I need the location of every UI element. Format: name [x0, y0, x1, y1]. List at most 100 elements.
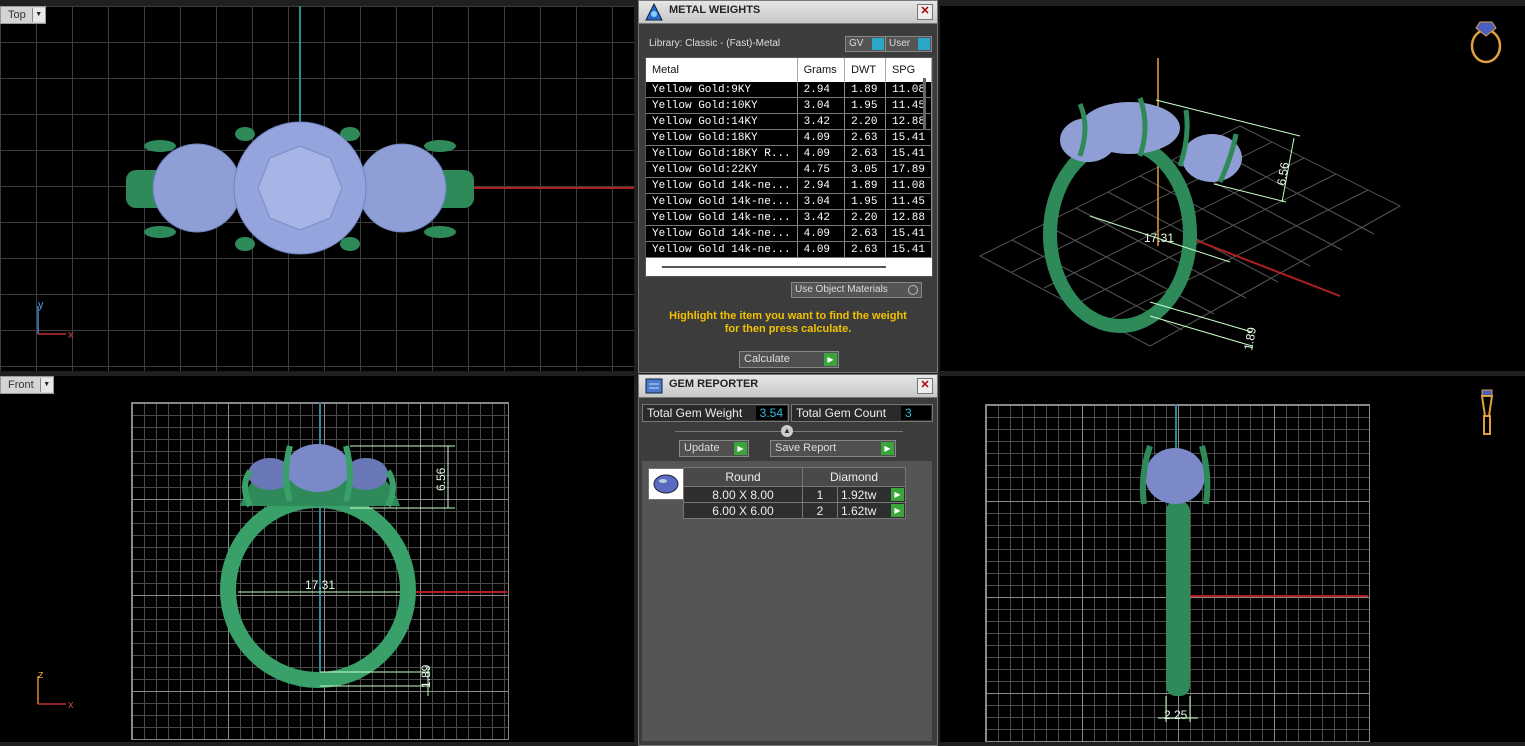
close-icon[interactable]: ✕	[917, 4, 933, 20]
diamond-header[interactable]: Diamond	[802, 467, 906, 487]
metal-weights-table[interactable]: Metal Grams DWT SPG Yellow Gold:9KY 2.94 1…	[645, 57, 933, 277]
grams-cell: 2.94	[797, 82, 846, 98]
front-axis-x: x	[68, 699, 74, 711]
gv-toggle-label: GV	[849, 38, 864, 49]
metal-weights-titlebar[interactable]: METAL WEIGHTS ✕	[639, 1, 937, 24]
front-viewport[interactable]: 17.31 6.56 1.89 z x Front ▼	[0, 376, 634, 742]
table-row[interactable]: Yellow Gold 14k-ne... 4.09 2.63 15.41	[646, 241, 932, 258]
splitter-handle-icon[interactable]: ▲	[781, 425, 793, 437]
table-row[interactable]: Yellow Gold:18KY R... 4.09 2.63 15.41	[646, 145, 932, 162]
perspective-width-dim: 17.31	[1144, 231, 1174, 245]
metal-cell: Yellow Gold 14k-ne...	[646, 209, 798, 226]
grams-cell: 3.42	[797, 113, 846, 130]
dwt-cell: 1.89	[844, 82, 886, 98]
metal-cell: Yellow Gold:10KY	[646, 97, 798, 114]
save-report-button[interactable]: Save Report ▶	[770, 440, 896, 457]
table-row[interactable]: Yellow Gold:22KY 4.75 3.05 17.89	[646, 161, 932, 178]
side-shank-dim: 2.25	[1164, 708, 1188, 722]
dwt-cell: 3.05	[844, 161, 886, 178]
radio-icon	[908, 285, 918, 295]
front-label-text: Front	[8, 379, 34, 391]
metal-weights-title: METAL WEIGHTS	[669, 4, 761, 16]
table-row[interactable]: Yellow Gold:9KY 2.94 1.89 11.08	[646, 82, 932, 98]
dwt-cell: 2.63	[844, 129, 886, 146]
table-row[interactable]: Yellow Gold 14k-ne... 3.04 1.95 11.45	[646, 193, 932, 210]
hint-line-2: for then press calculate.	[724, 323, 852, 335]
use-object-materials-toggle[interactable]: Use Object Materials	[791, 282, 922, 298]
perspective-viewport[interactable]: 17.31 6.56 1.89	[940, 6, 1525, 371]
spg-cell: 11.45	[885, 193, 932, 210]
chevron-down-icon[interactable]: ▼	[39, 378, 53, 392]
gem-size-cell: 8.00 X 8.00	[683, 486, 803, 503]
spg-cell: 17.89	[885, 161, 932, 178]
total-gem-weight-label: Total Gem Weight	[647, 406, 743, 420]
dwt-cell: 2.20	[844, 113, 886, 130]
metal-cell: Yellow Gold 14k-ne...	[646, 225, 798, 242]
ring-icon[interactable]	[1470, 21, 1502, 64]
horizontal-scrollbar[interactable]	[662, 266, 886, 268]
play-icon[interactable]: ▶	[891, 488, 904, 501]
perspective-scene: 17.31 6.56 1.89	[978, 21, 1502, 352]
user-toggle[interactable]: User	[885, 36, 932, 52]
toggle-knob-icon	[872, 38, 884, 50]
table-row[interactable]: Yellow Gold:18KY 4.09 2.63 15.41	[646, 129, 932, 146]
top-axis-y: y	[38, 299, 44, 311]
perspective-shank-dim: 1.89	[1241, 326, 1259, 352]
update-button[interactable]: Update ▶	[679, 440, 749, 457]
dwt-cell: 1.95	[844, 193, 886, 210]
table-row[interactable]: Yellow Gold:14KY 3.42 2.20 12.88	[646, 113, 932, 130]
metal-cell: Yellow Gold:18KY R...	[646, 145, 798, 162]
spg-cell: 11.08	[885, 177, 932, 194]
play-icon: ▶	[824, 353, 837, 366]
dwt-cell: 2.63	[844, 225, 886, 242]
table-row[interactable]: 8.00 X 8.00 1 1.92tw ▶	[683, 486, 906, 503]
front-scene: 17.31 6.56 1.89 z x	[37, 402, 507, 711]
dwt-cell: 2.63	[844, 145, 886, 162]
round-gem-icon[interactable]	[648, 468, 684, 500]
gem-tw-cell[interactable]: 1.92tw ▶	[837, 486, 906, 503]
table-row[interactable]: Yellow Gold:10KY 3.04 1.95 11.45	[646, 97, 932, 114]
dwt-cell: 1.95	[844, 97, 886, 114]
front-viewport-label[interactable]: Front ▼	[0, 376, 54, 394]
metal-scale-icon	[645, 2, 663, 21]
top-axis-x: x	[68, 329, 74, 341]
hint-line-1: Highlight the item you want to find the …	[669, 310, 907, 322]
side-viewport[interactable]: 2.25	[940, 376, 1525, 742]
top-viewport[interactable]: y x Top ▼	[0, 6, 634, 371]
grams-cell: 3.04	[797, 193, 846, 210]
chevron-down-icon[interactable]: ▼	[31, 8, 45, 22]
grams-cell: 2.94	[797, 177, 846, 194]
gem-table[interactable]: Round Diamond 8.00 X 8.00 1 1.92tw ▶ 6.00 X …	[683, 467, 906, 519]
close-icon[interactable]: ✕	[917, 378, 933, 394]
col-metal[interactable]: Metal	[646, 58, 798, 82]
grams-cell: 4.09	[797, 129, 846, 146]
table-row[interactable]: 6.00 X 6.00 2 1.62tw ▶	[683, 502, 906, 519]
total-gem-count-value: 3	[901, 406, 931, 420]
calculate-label: Calculate	[744, 353, 790, 365]
gem-qty-cell: 2	[802, 502, 838, 519]
vertical-scrollbar[interactable]	[923, 78, 926, 130]
metal-cell: Yellow Gold 14k-ne...	[646, 193, 798, 210]
grams-cell: 4.09	[797, 145, 846, 162]
gv-toggle[interactable]: GV	[845, 36, 886, 52]
ring-side-icon[interactable]	[1480, 389, 1494, 435]
table-row[interactable]: Yellow Gold 14k-ne... 3.42 2.20 12.88	[646, 209, 932, 226]
metal-cell: Yellow Gold:18KY	[646, 129, 798, 146]
col-dwt[interactable]: DWT	[844, 58, 886, 82]
calculate-button[interactable]: Calculate ▶	[739, 351, 839, 368]
table-row[interactable]: Yellow Gold 14k-ne... 2.94 1.89 11.08	[646, 177, 932, 194]
dwt-cell: 2.63	[844, 241, 886, 258]
col-grams[interactable]: Grams	[797, 58, 846, 82]
top-viewport-label[interactable]: Top ▼	[0, 6, 46, 24]
gem-reporter-titlebar[interactable]: GEM REPORTER ✕	[639, 375, 937, 398]
metal-cell: Yellow Gold:9KY	[646, 82, 798, 98]
play-icon[interactable]: ▶	[891, 504, 904, 517]
round-header[interactable]: Round	[683, 467, 803, 487]
total-gem-count-label: Total Gem Count	[796, 406, 887, 420]
grams-cell: 4.09	[797, 241, 846, 258]
gem-tw-cell[interactable]: 1.62tw ▶	[837, 502, 906, 519]
spg-cell: 15.41	[885, 225, 932, 242]
metal-cell: Yellow Gold 14k-ne...	[646, 177, 798, 194]
metal-cell: Yellow Gold:14KY	[646, 113, 798, 130]
table-row[interactable]: Yellow Gold 14k-ne... 4.09 2.63 15.41	[646, 225, 932, 242]
